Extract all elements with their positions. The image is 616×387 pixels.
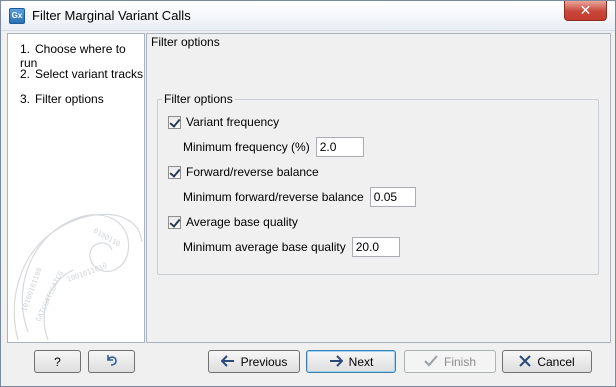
min-average-base-quality-row: Minimum average base quality — [183, 237, 400, 257]
options-panel: Filter options Filter options Variant fr… — [146, 33, 611, 343]
title-bar[interactable]: Gx Filter Marginal Variant Calls ✕ — [1, 1, 615, 31]
next-label: Next — [348, 354, 374, 369]
arrow-left-icon — [220, 354, 235, 369]
section-title: Filter options — [151, 35, 220, 49]
min-average-base-quality-input[interactable] — [351, 237, 400, 257]
finish-label: Finish — [443, 354, 476, 369]
dialog-window: Gx Filter Marginal Variant Calls ✕ 1. Cho… — [0, 0, 616, 387]
wizard-steps-panel: 1. Choose where to run 2. Select variant t… — [7, 33, 145, 343]
step-choose-where-to-run: 1. Choose where to run — [20, 42, 144, 70]
min-forward-reverse-balance-row: Minimum forward/reverse balance — [183, 187, 416, 207]
svg-text:1001011010: 1001011010 — [66, 262, 108, 284]
step-label: Filter options — [35, 92, 104, 106]
previous-label: Previous — [240, 354, 288, 369]
close-button[interactable]: ✕ — [564, 1, 607, 21]
min-forward-reverse-balance-input[interactable] — [369, 187, 416, 207]
arrow-right-icon — [329, 354, 344, 369]
help-button[interactable]: ? — [34, 350, 81, 373]
checkbox-label: Variant frequency — [186, 115, 280, 129]
step-number: 1. — [20, 42, 31, 56]
x-icon — [519, 354, 532, 369]
checkbox-label: Average base quality — [186, 215, 298, 229]
step-filter-options: 3. Filter options — [20, 92, 104, 106]
filter-options-group: Filter options Variant frequency Minimum… — [157, 92, 599, 275]
step-label: Choose where to run — [20, 42, 126, 70]
variant-frequency-checkbox[interactable]: Variant frequency — [168, 115, 279, 129]
forward-reverse-balance-checkbox[interactable]: Forward/reverse balance — [168, 165, 319, 179]
cancel-label: Cancel — [537, 354, 575, 369]
checkbox-checked-icon[interactable] — [168, 215, 181, 229]
field-label: Minimum forward/reverse balance — [183, 190, 364, 204]
step-select-variant-tracks: 2. Select variant tracks — [20, 67, 143, 81]
checkbox-label: Forward/reverse balance — [186, 165, 319, 179]
reset-icon — [105, 353, 119, 370]
next-button[interactable]: Next — [306, 350, 396, 373]
help-icon: ? — [54, 354, 61, 369]
finish-button[interactable]: Finish — [404, 350, 496, 373]
checkbox-checked-icon[interactable] — [168, 115, 181, 129]
cancel-button[interactable]: Cancel — [502, 350, 592, 373]
field-label: Minimum average base quality — [183, 240, 346, 254]
min-frequency-input[interactable] — [315, 137, 364, 157]
min-frequency-row: Minimum frequency (%) — [183, 137, 364, 157]
decorative-swirl-graphic: 10100101100 GATCGATCGATCG 1001011010 010… — [8, 162, 144, 342]
field-label: Minimum frequency (%) — [183, 140, 310, 154]
step-number: 2. — [20, 67, 31, 81]
reset-button[interactable] — [88, 350, 135, 373]
checkbox-checked-icon[interactable] — [168, 165, 181, 179]
previous-button[interactable]: Previous — [208, 350, 300, 373]
window-title: Filter Marginal Variant Calls — [32, 8, 191, 23]
average-base-quality-checkbox[interactable]: Average base quality — [168, 215, 298, 229]
close-icon: ✕ — [579, 2, 592, 18]
svg-text:0100110: 0100110 — [92, 227, 122, 249]
checkmark-icon — [424, 354, 438, 369]
step-label: Select variant tracks — [35, 67, 144, 81]
group-title: Filter options — [162, 92, 235, 106]
step-number: 3. — [20, 92, 31, 106]
app-icon: Gx — [9, 8, 25, 24]
